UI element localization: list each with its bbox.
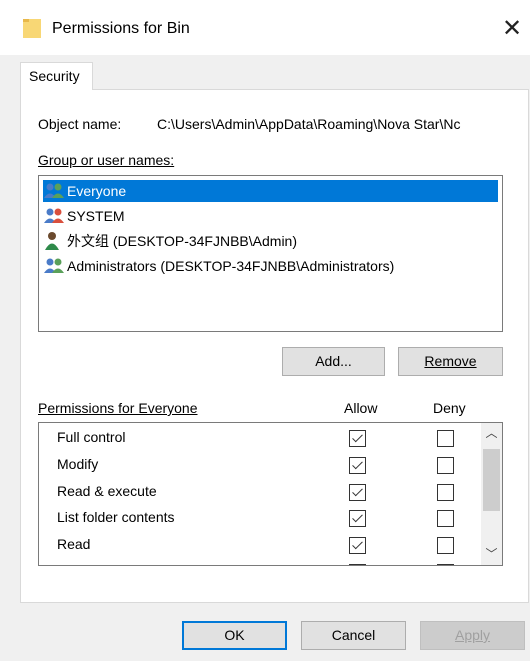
cancel-button[interactable]: Cancel <box>301 621 406 650</box>
users-group-icon <box>44 183 64 198</box>
list-item-everyone[interactable]: Everyone <box>43 180 498 202</box>
permissions-for-label: Permissions for Everyone <box>38 400 198 416</box>
permission-name: List folder contents <box>57 509 175 525</box>
user-name: SYSTEM <box>67 208 125 224</box>
deny-checkbox[interactable] <box>437 510 454 527</box>
add-button[interactable]: Add... <box>282 347 385 376</box>
users-group-icon <box>44 258 64 273</box>
permissions-scrollbar[interactable]: ︿ ﹀ <box>481 423 502 565</box>
allow-checkbox[interactable] <box>349 484 366 501</box>
allow-checkbox[interactable] <box>349 430 366 447</box>
deny-checkbox[interactable] <box>437 537 454 554</box>
allow-checkbox[interactable] <box>349 564 366 565</box>
permission-row-read: Read <box>57 532 477 558</box>
allow-checkbox[interactable] <box>349 537 366 554</box>
allow-checkbox[interactable] <box>349 457 366 474</box>
object-name-label: Object name: <box>38 116 122 132</box>
allow-checkbox[interactable] <box>349 510 366 527</box>
user-name: 外文组 (DESKTOP-34FJNBB\Admin) <box>67 233 298 249</box>
object-name-value: C:\Users\Admin\AppData\Roaming\Nova Star… <box>157 116 461 132</box>
group-or-user-names-label: Group or user names: <box>38 152 175 168</box>
tab-security[interactable]: Security <box>20 62 93 90</box>
close-icon: ✕ <box>501 15 523 42</box>
deny-checkbox[interactable] <box>437 457 454 474</box>
deny-checkbox[interactable] <box>437 564 454 565</box>
permission-row-full-control: Full control <box>57 425 477 451</box>
title-bar: Permissions for Bin ✕ <box>0 0 530 55</box>
user-icon <box>45 232 59 250</box>
permission-row-modify: Modify <box>57 452 477 478</box>
allow-column-header: Allow <box>344 400 378 416</box>
apply-button[interactable]: Apply <box>420 621 525 650</box>
close-button[interactable]: ✕ <box>495 12 529 46</box>
list-item-system[interactable]: SYSTEM <box>43 205 498 227</box>
permissions-dialog: Permissions for Bin ✕ Security Object na… <box>0 0 530 661</box>
scroll-up-arrow-icon[interactable]: ︿ <box>481 423 502 444</box>
list-item-admin[interactable]: 外文组 (DESKTOP-34FJNBB\Admin) <box>43 230 498 252</box>
permission-name: Full control <box>57 429 126 445</box>
permission-row-list-folder-contents: List folder contents <box>57 505 477 531</box>
scroll-thumb[interactable] <box>483 449 500 511</box>
user-name: Everyone <box>65 183 129 199</box>
user-name: Administrators (DESKTOP-34FJNBB\Administ… <box>67 258 395 274</box>
ok-button[interactable]: OK <box>182 621 287 650</box>
deny-checkbox[interactable] <box>437 484 454 501</box>
scroll-down-arrow-icon[interactable]: ﹀ <box>481 544 502 565</box>
permissions-list: Full control Modify Read & execute List … <box>38 422 503 566</box>
permission-row-read-execute: Read & execute <box>57 479 477 505</box>
window-title: Permissions for Bin <box>52 20 190 37</box>
permission-name: Read <box>57 536 91 552</box>
users-group-icon <box>44 208 64 223</box>
group-user-list[interactable]: Everyone SYSTEM 外文组 (DESKTOP-34FJNBB\Adm… <box>38 175 503 332</box>
list-item-administrators[interactable]: Administrators (DESKTOP-34FJNBB\Administ… <box>43 255 498 277</box>
remove-button[interactable]: Remove <box>398 347 503 376</box>
folder-icon <box>23 19 41 38</box>
deny-column-header: Deny <box>433 400 466 416</box>
permission-row-partial <box>57 559 477 565</box>
deny-checkbox[interactable] <box>437 430 454 447</box>
permission-name: Modify <box>57 456 99 472</box>
permission-name: Read & execute <box>57 483 157 499</box>
